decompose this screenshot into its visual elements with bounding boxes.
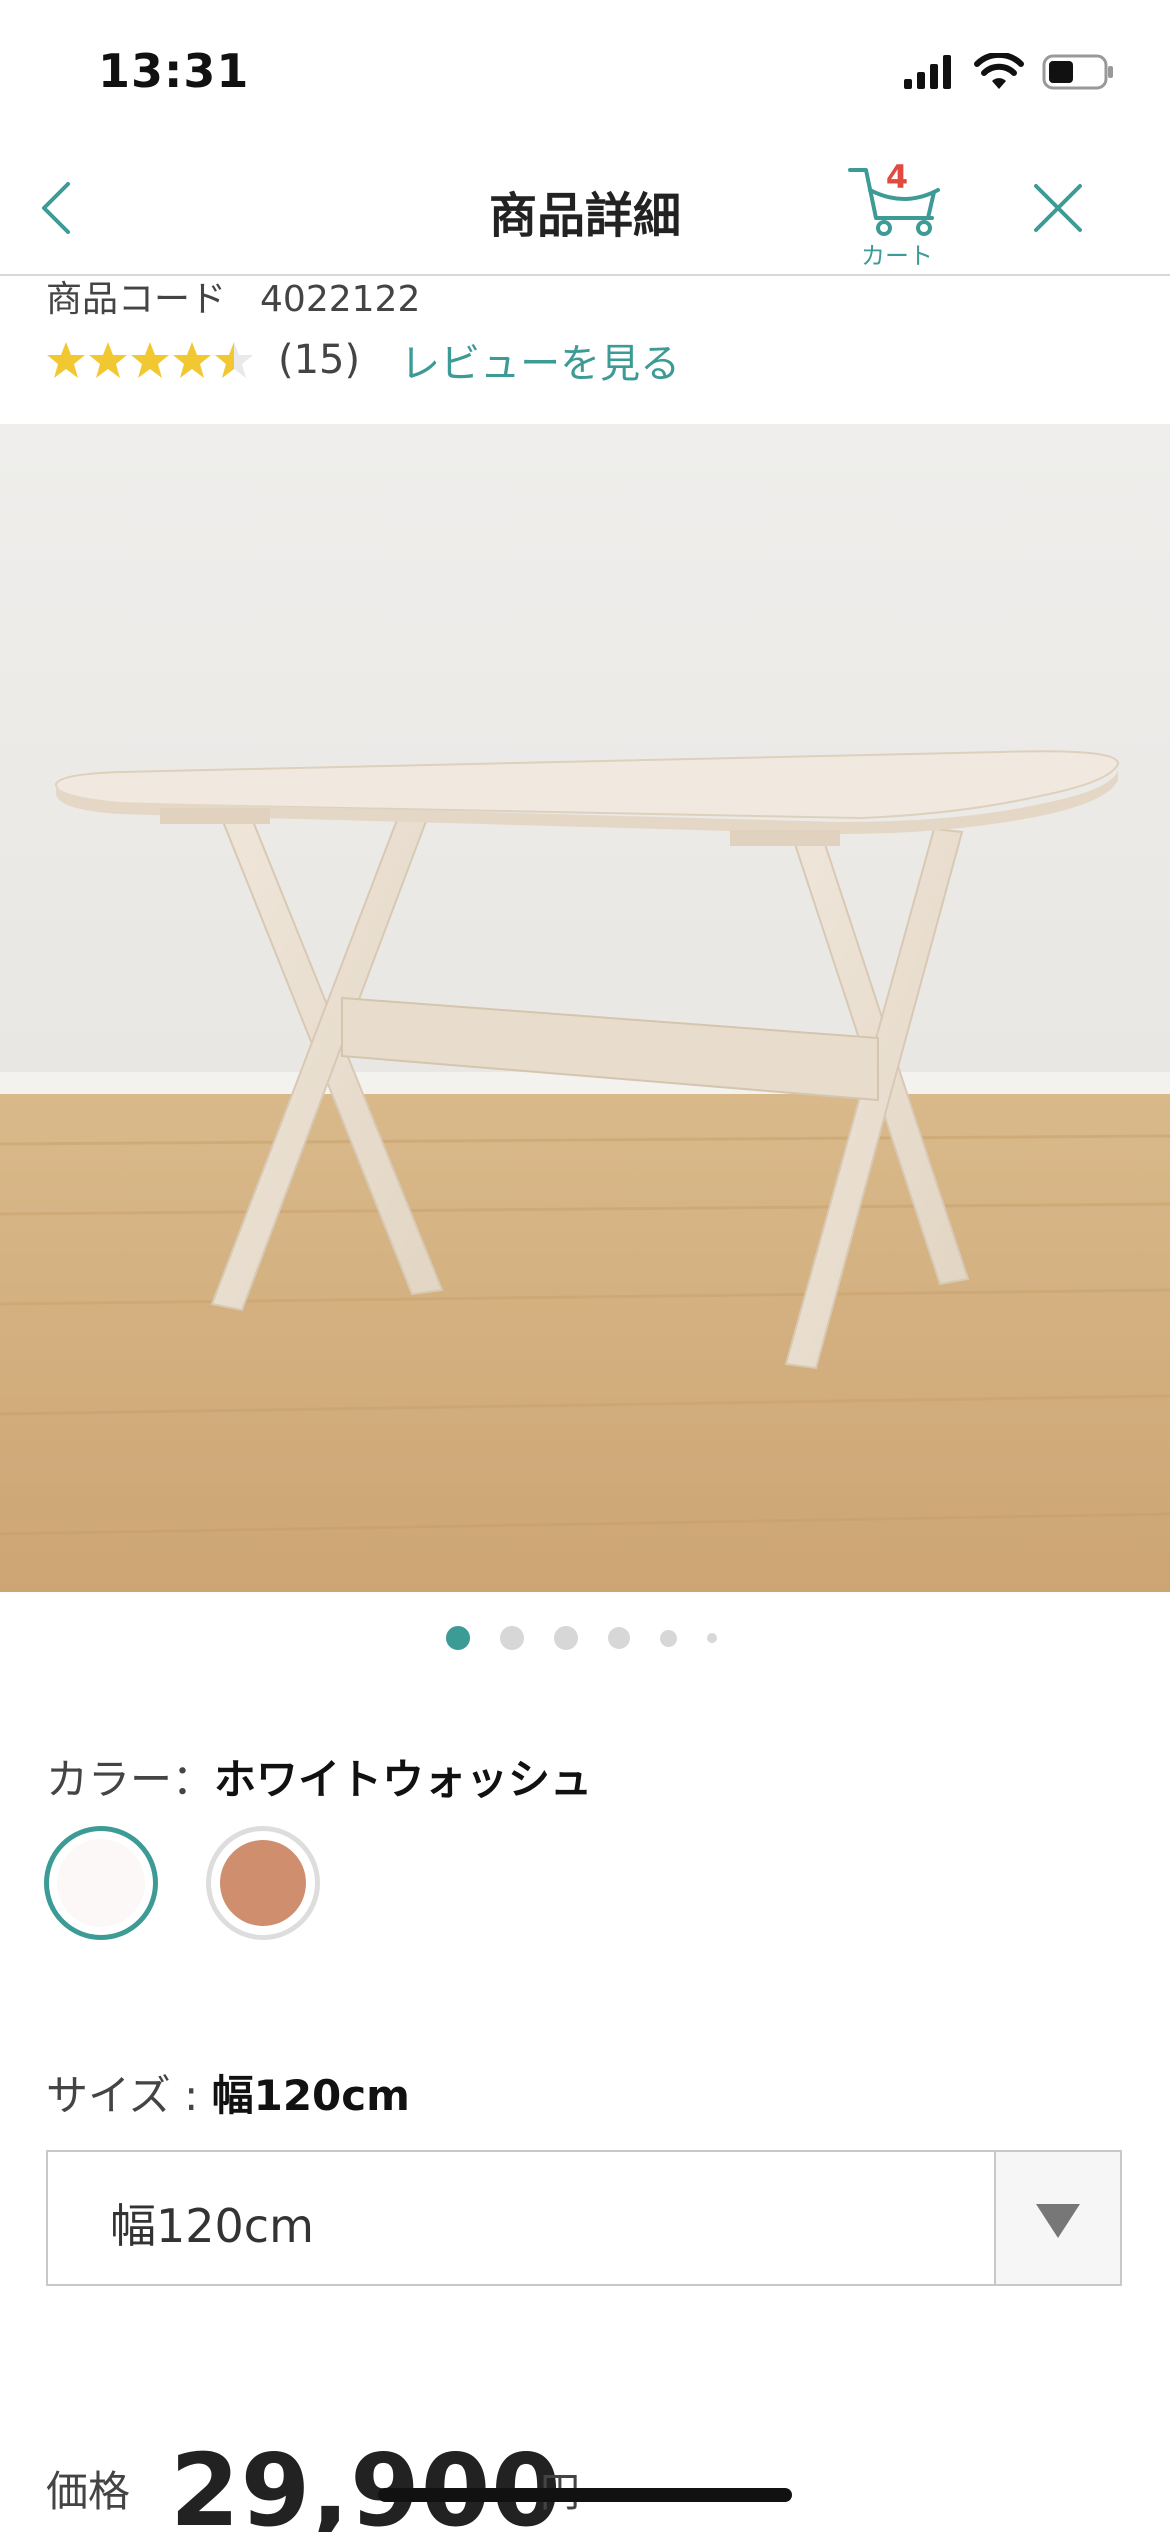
home-indicator[interactable] bbox=[378, 2488, 792, 2502]
page-title: 商品詳細 bbox=[488, 188, 681, 244]
price-label: 価格 bbox=[46, 2467, 131, 2516]
status-bar: 13:31 bbox=[0, 0, 1170, 140]
triangle-down-icon bbox=[1036, 2204, 1080, 2238]
dropdown-arrow[interactable] bbox=[994, 2152, 1120, 2284]
size-select-value: 幅120cm bbox=[110, 2199, 314, 2253]
color-swatch-white-wash[interactable] bbox=[44, 1826, 158, 1940]
carousel-dot[interactable] bbox=[499, 1626, 524, 1650]
carousel-dot-active[interactable] bbox=[445, 1626, 470, 1650]
price-value: 29,900 bbox=[170, 2440, 562, 2532]
product-detail-page: 13:31 商品詳細 4 カート 商品コード 4022122 (15) レビュー… bbox=[0, 0, 1170, 2532]
carousel-dots bbox=[0, 1626, 1166, 1650]
review-count: (15) bbox=[278, 337, 361, 383]
color-label: カラー：ホワイトウォッシュ bbox=[46, 1746, 592, 1807]
color-label-text: カラー： bbox=[46, 1755, 215, 1804]
product-code-value: 4022122 bbox=[260, 279, 421, 320]
rating-row: (15) レビューを見る bbox=[46, 330, 680, 390]
half-star-icon bbox=[215, 342, 253, 378]
cart-label: カート bbox=[861, 242, 933, 270]
color-swatch-brown[interactable] bbox=[206, 1826, 320, 1940]
cart-count-badge: 4 bbox=[885, 158, 909, 196]
selected-size: 幅120cm bbox=[211, 2071, 410, 2120]
product-image[interactable] bbox=[0, 424, 1170, 1592]
battery-icon bbox=[1042, 54, 1113, 90]
carousel-dot[interactable] bbox=[706, 1633, 717, 1643]
star-icon bbox=[89, 342, 127, 378]
carousel-dot[interactable] bbox=[659, 1629, 677, 1647]
nav-header: 商品詳細 4 カート bbox=[0, 140, 1170, 276]
status-icons bbox=[904, 52, 1114, 92]
size-label-text: サイズ : bbox=[46, 2071, 212, 2120]
product-code: 商品コード 4022122 bbox=[46, 270, 420, 322]
status-time: 13:31 bbox=[98, 44, 250, 98]
selected-color-name: ホワイトウォッシュ bbox=[214, 1755, 593, 1804]
size-label: サイズ : 幅120cm bbox=[46, 2062, 410, 2123]
cart-button[interactable]: 4 カート bbox=[842, 156, 952, 270]
rating-stars bbox=[46, 340, 254, 380]
star-icon bbox=[47, 342, 85, 378]
product-code-label: 商品コード bbox=[46, 279, 227, 320]
size-select[interactable]: 幅120cm bbox=[46, 2150, 1122, 2286]
cellular-signal-icon bbox=[904, 55, 951, 89]
star-icon bbox=[173, 342, 211, 378]
close-icon[interactable] bbox=[1030, 180, 1086, 236]
carousel-dot[interactable] bbox=[607, 1627, 630, 1649]
wifi-icon bbox=[974, 53, 1024, 89]
view-reviews-link[interactable]: レビューを見る bbox=[400, 331, 680, 389]
price-row: 価格 29,900 円 bbox=[46, 2440, 1146, 2532]
star-icon bbox=[131, 342, 169, 378]
carousel-dot[interactable] bbox=[553, 1626, 578, 1650]
